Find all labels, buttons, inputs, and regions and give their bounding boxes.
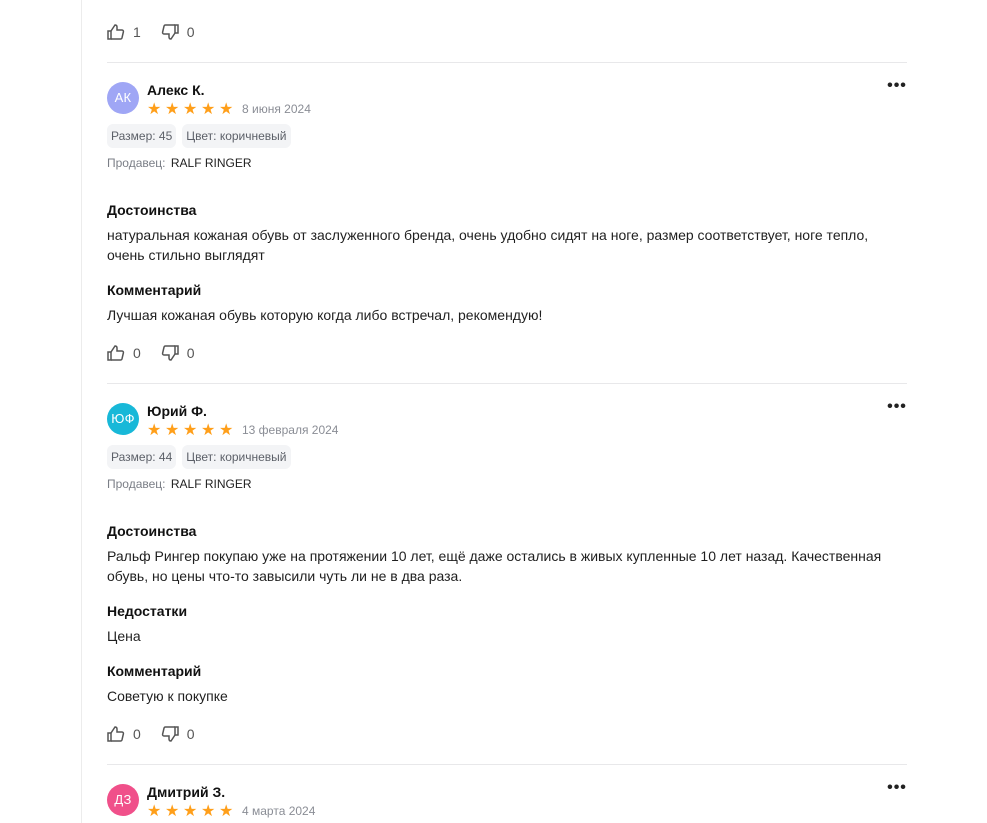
cons-text: Цена (107, 628, 141, 644)
pros-text: натуральная кожаная обувь от заслуженног… (107, 227, 869, 263)
divider (107, 383, 907, 384)
thumbs-down-icon (161, 24, 179, 40)
star-icon: ★ (219, 803, 234, 820)
pros-title: Достоинства (107, 202, 197, 218)
comment-text: Лучшая кожаная обувь которую когда либо … (107, 307, 543, 323)
review-votes: 0 0 (107, 726, 195, 742)
star-icon: ★ (165, 803, 180, 820)
seller-label: Продавец: (107, 477, 166, 491)
thumbs-up-icon (107, 345, 125, 361)
review-date: 13 февраля 2024 (242, 423, 339, 437)
seller-line: Продавец: RALF RINGER (107, 156, 252, 170)
cons-title: Недостатки (107, 603, 188, 619)
dislike-count: 0 (186, 24, 195, 40)
review-date: 4 марта 2024 (242, 804, 316, 818)
comment-title: Комментарий (107, 663, 202, 679)
like-count: 0 (133, 345, 141, 361)
seller-label: Продавец: (107, 156, 166, 170)
dislike-button[interactable]: 0 (161, 24, 195, 40)
divider (107, 764, 907, 765)
thumbs-down-icon (161, 345, 179, 361)
dislike-count: 0 (186, 345, 195, 361)
star-icon: ★ (201, 803, 216, 820)
seller-line: Продавец: RALF RINGER (107, 477, 252, 491)
review-author: Дмитрий З. (147, 784, 226, 800)
like-count: 1 (133, 24, 141, 40)
star-icon: ★ (165, 101, 180, 118)
star-icon: ★ (219, 101, 234, 118)
dislike-button[interactable]: 0 (161, 726, 195, 742)
like-button[interactable]: 1 (107, 24, 141, 40)
star-icon: ★ (201, 422, 216, 439)
comment-title: Комментарий (107, 282, 202, 298)
color-chip: Цвет: коричневый (182, 124, 291, 148)
avatar: АК (107, 82, 139, 114)
more-dots-icon[interactable]: ••• (887, 780, 907, 796)
rating-stars: ★ ★ ★ ★ ★ (147, 102, 235, 118)
star-icon: ★ (147, 803, 162, 820)
review-author: Алекс К. (147, 82, 205, 98)
star-icon: ★ (165, 422, 180, 439)
thumbs-down-icon (161, 726, 179, 742)
more-dots-icon[interactable]: ••• (887, 399, 907, 415)
pros-title: Достоинства (107, 523, 197, 539)
size-chip: Размер: 44 (107, 445, 177, 469)
dislike-count: 0 (186, 726, 195, 742)
seller-name: RALF RINGER (170, 156, 252, 170)
like-button[interactable]: 0 (107, 345, 141, 361)
pros-text: Ральф Рингер покупаю уже на протяжении 1… (107, 548, 882, 584)
review-author: Юрий Ф. (147, 403, 207, 419)
dislike-button[interactable]: 0 (161, 345, 195, 361)
star-icon: ★ (147, 422, 162, 439)
thumbs-up-icon (107, 24, 125, 40)
avatar: ДЗ (107, 784, 139, 816)
star-icon: ★ (201, 101, 216, 118)
variant-chips: Размер: 45 Цвет: коричневый (107, 124, 291, 148)
star-icon: ★ (183, 803, 198, 820)
review-votes: 0 0 (107, 345, 195, 361)
rating-stars: ★ ★ ★ ★ ★ (147, 423, 235, 439)
more-dots-icon[interactable]: ••• (887, 78, 907, 94)
star-icon: ★ (183, 422, 198, 439)
size-chip: Размер: 45 (107, 124, 177, 148)
variant-chips: Размер: 44 Цвет: коричневый (107, 445, 291, 469)
left-rail (0, 0, 82, 823)
review-date: 8 июня 2024 (242, 102, 311, 116)
seller-name: RALF RINGER (170, 477, 252, 491)
divider (107, 62, 907, 63)
rating-stars: ★ ★ ★ ★ ★ (147, 804, 235, 820)
prev-review-votes: 1 0 (107, 24, 195, 40)
comment-text: Советую к покупке (107, 688, 228, 704)
like-button[interactable]: 0 (107, 726, 141, 742)
like-count: 0 (133, 726, 141, 742)
star-icon: ★ (147, 101, 162, 118)
star-icon: ★ (219, 422, 234, 439)
star-icon: ★ (183, 101, 198, 118)
avatar: ЮФ (107, 403, 139, 435)
color-chip: Цвет: коричневый (182, 445, 291, 469)
thumbs-up-icon (107, 726, 125, 742)
